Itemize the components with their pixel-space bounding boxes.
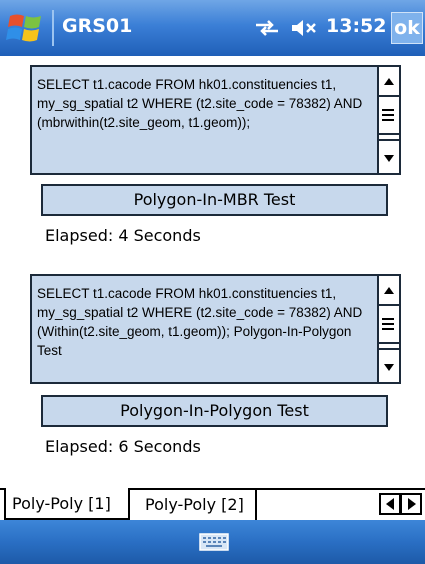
tab-scroll-left-icon[interactable] <box>379 493 401 515</box>
title-bar: GRS01 13:52 ok <box>0 0 425 56</box>
scroll-up-arrow-icon[interactable] <box>379 276 399 306</box>
elapsed-label-2: Elapsed: 6 Seconds <box>45 437 201 456</box>
elapsed-label-1: Elapsed: 4 Seconds <box>45 226 201 245</box>
scroll-thumb[interactable] <box>379 97 399 135</box>
windows-flag-icon[interactable] <box>6 8 46 48</box>
network-arrows-icon[interactable] <box>252 17 282 39</box>
keyboard-icon[interactable] <box>199 532 229 552</box>
query-scrollbar-1[interactable] <box>377 67 399 173</box>
tab-scroll-right-icon[interactable] <box>400 493 422 515</box>
clock[interactable]: 13:52 <box>326 15 386 37</box>
query-scrollbar-2[interactable] <box>377 276 399 382</box>
app-title: GRS01 <box>62 15 133 37</box>
scroll-down-arrow-icon[interactable] <box>379 139 399 173</box>
speaker-muted-icon[interactable] <box>290 17 320 39</box>
tab-strip: Poly-Poly [1] Poly-Poly [2] <box>0 488 425 520</box>
ok-button[interactable]: ok <box>391 12 423 44</box>
softkey-bar <box>0 520 425 564</box>
tab-poly-poly-1[interactable]: Poly-Poly [1] <box>4 488 130 520</box>
query-text-1: SELECT t1.cacode FROM hk01.constituencie… <box>37 77 363 130</box>
query-text-2: SELECT t1.cacode FROM hk01.constituencie… <box>37 286 363 358</box>
polygon-in-mbr-test-button[interactable]: Polygon-In-MBR Test <box>41 184 388 216</box>
query-textarea-1[interactable]: SELECT t1.cacode FROM hk01.constituencie… <box>30 65 401 175</box>
title-divider <box>52 10 54 46</box>
query-textarea-2[interactable]: SELECT t1.cacode FROM hk01.constituencie… <box>30 274 401 384</box>
scroll-up-arrow-icon[interactable] <box>379 67 399 97</box>
polygon-in-polygon-test-button[interactable]: Polygon-In-Polygon Test <box>41 395 388 427</box>
scroll-down-arrow-icon[interactable] <box>379 348 399 382</box>
tab-poly-poly-2[interactable]: Poly-Poly [2] <box>135 490 257 520</box>
scroll-thumb[interactable] <box>379 306 399 344</box>
